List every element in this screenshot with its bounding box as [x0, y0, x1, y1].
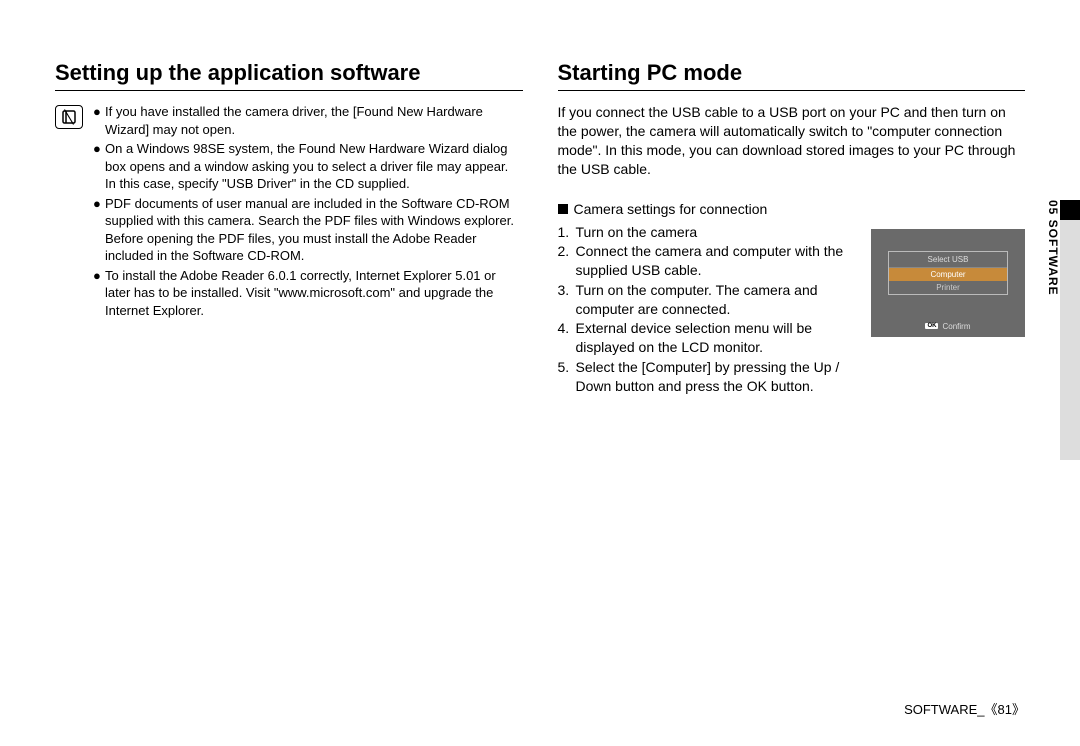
left-heading: Setting up the application software	[55, 60, 523, 91]
step-number: 2.	[558, 242, 576, 281]
bullet-list: ● If you have installed the camera drive…	[93, 103, 523, 322]
two-column-layout: Setting up the application software ● If…	[55, 60, 1025, 396]
lcd-menu-box: Select USB Computer Printer	[888, 251, 1008, 295]
step-item: 4.External device selection menu will be…	[558, 319, 858, 358]
section-label: Camera settings for connection	[574, 201, 768, 217]
bullet-text: To install the Adobe Reader 6.0.1 correc…	[105, 267, 523, 320]
bullet-text: On a Windows 98SE system, the Found New …	[105, 140, 523, 193]
bullet-item: ● On a Windows 98SE system, the Found Ne…	[93, 140, 523, 193]
bullet-dot: ●	[93, 195, 105, 265]
bullet-text: If you have installed the camera driver,…	[105, 103, 523, 138]
bullet-dot: ●	[93, 103, 105, 138]
side-tab-accent	[1060, 200, 1080, 220]
step-text: External device selection menu will be d…	[576, 319, 858, 358]
lcd-menu-title: Select USB	[889, 252, 1007, 268]
note-block: ● If you have installed the camera drive…	[55, 103, 523, 322]
left-column: Setting up the application software ● If…	[55, 60, 523, 396]
step-number: 4.	[558, 319, 576, 358]
ok-badge: OK	[925, 323, 938, 329]
bullet-dot: ●	[93, 267, 105, 320]
note-icon	[55, 105, 83, 129]
step-item: 3.Turn on the computer. The camera and c…	[558, 281, 858, 320]
confirm-label: Confirm	[942, 322, 970, 331]
bullet-item: ● PDF documents of user manual are inclu…	[93, 195, 523, 265]
bullet-text: PDF documents of user manual are include…	[105, 195, 523, 265]
step-item: 5.Select the [Computer] by pressing the …	[558, 358, 858, 397]
lcd-option: Printer	[889, 281, 1007, 294]
bullet-dot: ●	[93, 140, 105, 193]
lcd-option-selected: Computer	[889, 268, 1007, 281]
side-tab-background	[1060, 220, 1080, 460]
step-text: Connect the camera and computer with the…	[576, 242, 858, 281]
right-column: Starting PC mode If you connect the USB …	[558, 60, 1026, 396]
footer-page-number: 81	[985, 702, 1026, 717]
square-bullet-icon	[558, 204, 568, 214]
lcd-screenshot: Select USB Computer Printer OK Confirm	[871, 229, 1025, 337]
step-item: 1.Turn on the camera	[558, 223, 858, 242]
step-text: Turn on the camera	[576, 223, 698, 242]
step-number: 3.	[558, 281, 576, 320]
lcd-footer: OK Confirm	[871, 322, 1025, 331]
intro-paragraph: If you connect the USB cable to a USB po…	[558, 103, 1026, 179]
step-number: 1.	[558, 223, 576, 242]
steps-list: 1.Turn on the camera 2.Connect the camer…	[558, 223, 858, 397]
right-heading: Starting PC mode	[558, 60, 1026, 91]
section-header: Camera settings for connection	[558, 201, 1026, 217]
step-number: 5.	[558, 358, 576, 397]
footer-section: SOFTWARE_	[904, 702, 984, 717]
side-tab-label: 05 SOFTWARE	[1046, 200, 1060, 296]
bullet-item: ● To install the Adobe Reader 6.0.1 corr…	[93, 267, 523, 320]
bullet-item: ● If you have installed the camera drive…	[93, 103, 523, 138]
connection-row: 1.Turn on the camera 2.Connect the camer…	[558, 223, 1026, 397]
step-text: Turn on the computer. The camera and com…	[576, 281, 858, 320]
page-footer: SOFTWARE_81	[904, 699, 1025, 718]
step-item: 2.Connect the camera and computer with t…	[558, 242, 858, 281]
manual-page: Setting up the application software ● If…	[0, 0, 1080, 746]
step-text: Select the [Computer] by pressing the Up…	[576, 358, 858, 397]
